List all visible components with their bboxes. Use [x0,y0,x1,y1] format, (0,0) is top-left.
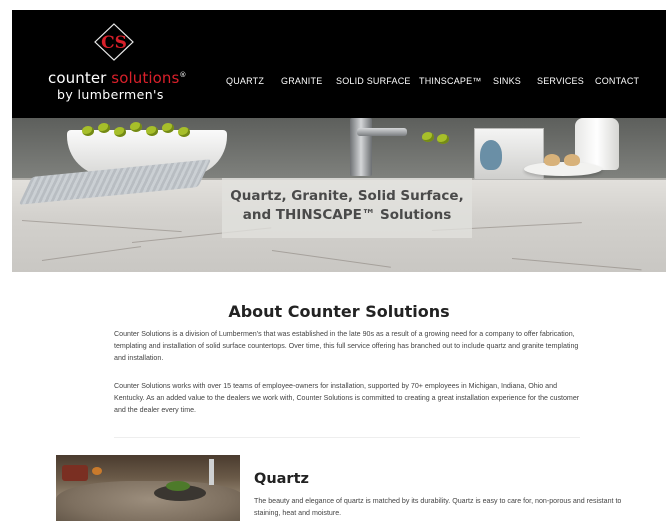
faucet [350,118,372,176]
quartz-heading[interactable]: Quartz [254,471,309,487]
window-top-edge [0,0,666,8]
nav-quartz[interactable]: QUARTZ [226,76,264,86]
nav-sinks[interactable]: SINKS [493,76,521,86]
quartz-kitchen-image[interactable] [56,455,240,521]
about-paragraph-1: Counter Solutions is a division of Lumbe… [114,330,579,362]
registered-mark: ® [179,71,187,79]
nav-thinscape[interactable]: THINSCAPE™ [419,76,482,86]
nav-granite[interactable]: GRANITE [281,76,322,86]
hero-title-line2: and THINSCAPE™ Solutions [242,207,452,223]
about-paragraph-2: Counter Solutions works with over 15 tea… [114,382,580,414]
logo-tagline: by lumbermen's [57,87,164,102]
hero-caption: Quartz, Granite, Solid Surface, and THIN… [222,178,472,238]
logo-word-solutions: solutions [111,69,180,87]
about-heading: About Counter Solutions [228,302,450,321]
hero-title: Quartz, Granite, Solid Surface, and THIN… [222,178,472,225]
nav-contact[interactable]: CONTACT [595,76,639,86]
logo-monogram: CS [101,33,127,53]
vase [480,140,502,170]
hero-banner: Quartz, Granite, Solid Surface, and THIN… [12,118,666,272]
section-divider [114,437,580,438]
hero-title-line1: Quartz, Granite, Solid Surface, [230,188,464,204]
nav-solid-surface[interactable]: SOLID SURFACE [336,76,411,86]
quartz-description: The beauty and elegance of quartz is mat… [254,497,622,517]
nav-services[interactable]: SERVICES [537,76,584,86]
logo-wordmark: counter solutions® [48,69,188,87]
site-header: CS counter solutions® by lumbermen's QUA… [12,10,666,118]
logo-word-counter: counter [48,69,112,87]
cs-diamond-logo-icon: CS [94,23,134,61]
site-logo[interactable]: CS counter solutions® by lumbermen's [48,23,188,103]
plate [524,162,602,176]
